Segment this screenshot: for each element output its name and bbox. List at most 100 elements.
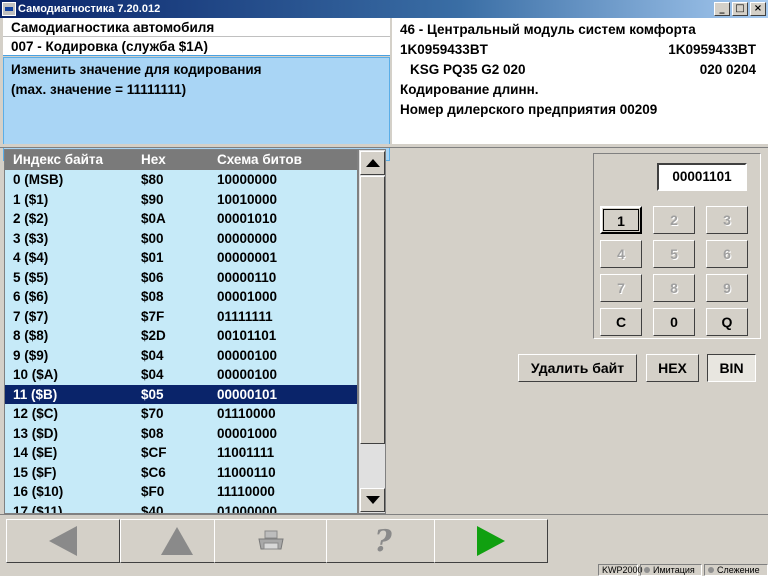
bits-cell: 00001000: [217, 425, 278, 441]
table-row[interactable]: 7 ($7) $7F 01111111: [5, 307, 357, 327]
arrow-left-icon: [49, 526, 77, 556]
byte-index-cell: 13 ($D): [13, 425, 59, 441]
table-row[interactable]: 15 ($F) $C6 11000110: [5, 463, 357, 483]
maximize-button[interactable]: □: [732, 2, 748, 16]
hex-cell: $0A: [141, 211, 166, 226]
table-row[interactable]: 4 ($4) $01 00000001: [5, 248, 357, 268]
help-icon: ?: [374, 523, 392, 559]
byte-index-cell: 10 ($A): [13, 367, 59, 382]
key-7[interactable]: 7: [600, 274, 642, 302]
close-button[interactable]: ×: [750, 2, 766, 16]
arrow-right-icon: [477, 526, 505, 556]
key-clear[interactable]: C: [600, 308, 642, 336]
table-row[interactable]: 17 ($11) $40 01000000: [5, 502, 357, 514]
byte-index-cell: 5 ($5): [13, 269, 49, 285]
bits-cell: 00000100: [217, 347, 278, 363]
protocol-label: KWP2000: [602, 565, 643, 575]
trace-label: Слежение: [717, 565, 760, 575]
table-row[interactable]: 10 ($A) $04 00000100: [5, 365, 357, 385]
hex-cell: $08: [141, 289, 164, 304]
hex-cell: $80: [141, 172, 164, 187]
function-title: Самодиагностика автомобиля: [3, 18, 390, 37]
byte-index-cell: 12 ($C): [13, 406, 59, 421]
hex-cell: $2D: [141, 328, 166, 343]
scroll-up-button[interactable]: [360, 151, 385, 175]
table-row[interactable]: 12 ($C) $70 01110000: [5, 404, 357, 424]
module-info-panel: 46 - Центральный модуль систем комфорта …: [392, 18, 768, 144]
bits-cell: 00101101: [217, 328, 277, 343]
byte-index-cell: 8 ($8): [13, 328, 49, 343]
delete-byte-button[interactable]: Удалить байт: [518, 354, 637, 382]
table-row[interactable]: 16 ($10) $F0 11110000: [5, 482, 357, 502]
table-row[interactable]: 6 ($6) $08 00001000: [5, 287, 357, 307]
hex-cell: $7F: [141, 308, 165, 324]
table-row[interactable]: 13 ($D) $08 00001000: [5, 424, 357, 444]
key-8[interactable]: 8: [653, 274, 695, 302]
bits-cell: 11000110: [217, 464, 276, 480]
table-header: Индекс байта Hex Схема битов: [5, 150, 357, 170]
printer-icon: [258, 530, 284, 550]
arrow-up-icon: [161, 527, 193, 555]
bits-cell: 00001010: [217, 211, 278, 226]
table-row[interactable]: 3 ($3) $00 00000000: [5, 229, 357, 249]
bits-cell: 10000000: [217, 172, 278, 187]
table-row[interactable]: 1 ($1) $90 10010000: [5, 190, 357, 210]
key-9[interactable]: 9: [706, 274, 748, 302]
status-simulation: Имитация: [640, 564, 702, 576]
byte-index-cell: 1 ($1): [13, 191, 49, 207]
byte-index-cell: 17 ($11): [13, 503, 63, 514]
status-dot-icon: [708, 567, 714, 573]
bits-cell: 10010000: [217, 191, 278, 207]
key-3[interactable]: 3: [706, 206, 748, 234]
hex-cell: $70: [141, 406, 164, 421]
bits-cell: 00000100: [217, 367, 278, 382]
key-1[interactable]: 1: [600, 206, 642, 234]
table-row[interactable]: 9 ($9) $04 00000100: [5, 346, 357, 366]
key-4[interactable]: 4: [600, 240, 642, 268]
bin-mode-button[interactable]: BIN: [707, 354, 756, 382]
print-button[interactable]: [214, 519, 328, 563]
hex-cell: $05: [141, 386, 164, 402]
simulation-label: Имитация: [653, 565, 695, 575]
keypad-panel: 00001101 1 2 3 4 5 6 7 8 9 C 0 Q: [593, 153, 761, 339]
module-name: 46 - Центральный модуль систем комфорта: [400, 22, 696, 37]
hex-cell: $04: [141, 367, 164, 382]
hex-cell: $04: [141, 347, 164, 363]
part-number-alt: 1K0959433BT: [668, 42, 756, 57]
key-6[interactable]: 6: [706, 240, 748, 268]
table-row[interactable]: 11 ($B) $05 00000101: [5, 384, 357, 404]
key-quit[interactable]: Q: [706, 308, 748, 336]
part-number: 1K0959433BT: [400, 42, 488, 57]
back-button[interactable]: [6, 519, 120, 563]
table-row[interactable]: 2 ($2) $0A 00001010: [5, 209, 357, 229]
byte-index-cell: 16 ($10): [13, 484, 64, 499]
hex-mode-button[interactable]: HEX: [646, 354, 699, 382]
key-5[interactable]: 5: [653, 240, 695, 268]
byte-table[interactable]: Индекс байта Hex Схема битов 0 (MSB) $80 1…: [4, 149, 358, 514]
scroll-down-button[interactable]: [360, 488, 385, 512]
bits-cell: 00001000: [217, 289, 278, 304]
help-button[interactable]: ?: [326, 519, 440, 563]
service-title: 007 - Кодировка (служба $1A): [3, 37, 390, 56]
status-dot-icon: [644, 567, 650, 573]
next-button[interactable]: [434, 519, 548, 563]
title-bar: Самодиагностика 7.20.012 _ □ ×: [0, 0, 768, 18]
key-0[interactable]: 0: [653, 308, 695, 336]
table-scrollbar[interactable]: [358, 149, 386, 514]
bottom-toolbar: ?: [0, 514, 768, 564]
key-2[interactable]: 2: [653, 206, 695, 234]
bits-cell: 00000001: [217, 250, 278, 265]
function-info-panel: Самодиагностика автомобиля 007 - Кодиров…: [3, 18, 390, 161]
table-row[interactable]: 8 ($8) $2D 00101101: [5, 326, 357, 346]
header-bits: Схема битов: [217, 152, 302, 167]
table-row[interactable]: 0 (MSB) $80 10000000: [5, 170, 357, 190]
minimize-button[interactable]: _: [714, 2, 730, 16]
hex-cell: $06: [141, 269, 164, 285]
table-row[interactable]: 14 ($E) $CF 11001111: [5, 443, 357, 463]
byte-index-cell: 4 ($4): [13, 250, 49, 265]
table-row[interactable]: 5 ($5) $06 00000110: [5, 268, 357, 288]
hex-cell: $08: [141, 425, 164, 441]
scroll-thumb[interactable]: [360, 176, 385, 444]
app-icon: [2, 2, 16, 16]
header-byte-index: Индекс байта: [13, 152, 104, 167]
